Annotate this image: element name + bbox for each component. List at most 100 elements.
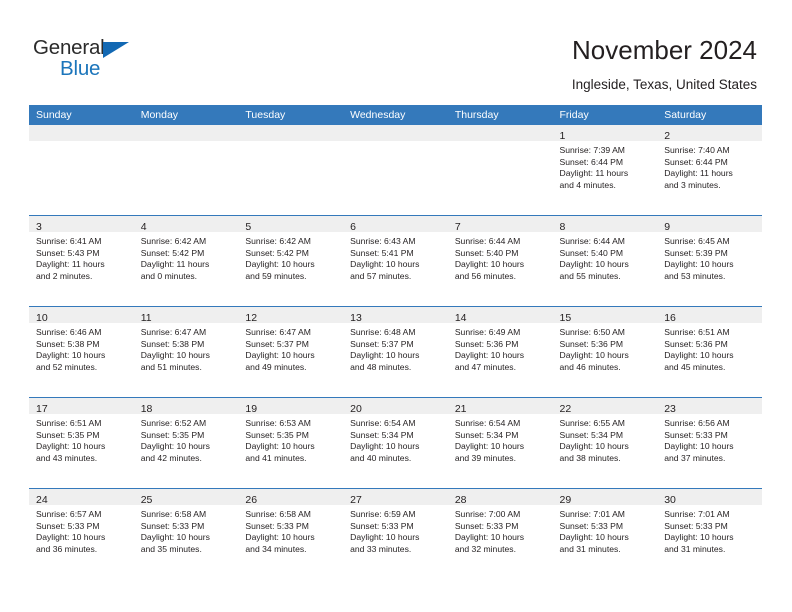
day-detail-block: Sunrise: 7:40 AM Sunset: 6:44 PM Daylight:… xyxy=(657,141,762,191)
calendar-day-cell[interactable]: 20 Sunrise: 6:54 AM Sunset: 5:34 PM Dayligh… xyxy=(343,397,448,489)
daylight-text-cont: and 48 minutes. xyxy=(350,361,412,372)
sunset-text: Sunset: 6:44 PM xyxy=(559,156,624,167)
calendar-day-cell[interactable]: 17 Sunrise: 6:51 AM Sunset: 5:35 PM Dayligh… xyxy=(29,397,134,489)
day-detail-block: Sunrise: 6:42 AM Sunset: 5:42 PM Daylight:… xyxy=(238,232,343,282)
day-number: 21 xyxy=(454,403,467,415)
sunset-text: Sunset: 5:35 PM xyxy=(36,429,100,440)
day-detail-block: Sunrise: 6:51 AM Sunset: 5:35 PM Daylight:… xyxy=(29,414,134,464)
weekday-header-sunday: Sunday xyxy=(29,105,134,125)
daylight-text-cont: and 4 minutes. xyxy=(559,179,616,190)
day-number-band: 7 xyxy=(447,216,553,233)
calendar-day-cell[interactable]: 10 Sunrise: 6:46 AM Sunset: 5:38 PM Dayligh… xyxy=(29,306,134,398)
weekday-header-wednesday: Wednesday xyxy=(343,105,448,125)
day-number: 18 xyxy=(140,403,153,415)
sunrise-text: Sunrise: 6:45 AM xyxy=(664,236,730,246)
sunset-text: Sunset: 5:43 PM xyxy=(36,247,100,258)
calendar-day-cell[interactable]: 1 Sunrise: 7:39 AM Sunset: 6:44 PM Daylight… xyxy=(552,125,658,216)
daylight-text-cont: and 3 minutes. xyxy=(664,179,721,190)
sunrise-text: Sunrise: 7:40 AM xyxy=(664,145,730,155)
calendar-day-cell[interactable]: 2 Sunrise: 7:40 AM Sunset: 6:44 PM Daylight… xyxy=(657,125,762,216)
sunset-text: Sunset: 5:37 PM xyxy=(350,338,414,349)
daylight-text-cont: and 46 minutes. xyxy=(559,361,621,372)
calendar-day-cell[interactable]: 19 Sunrise: 6:53 AM Sunset: 5:35 PM Dayligh… xyxy=(238,397,344,489)
calendar-day-cell[interactable]: 24 Sunrise: 6:57 AM Sunset: 5:33 PM Dayligh… xyxy=(29,488,134,579)
day-number-band: 13 xyxy=(343,307,448,324)
calendar-day-cell[interactable]: 30 Sunrise: 7:01 AM Sunset: 5:33 PM Dayligh… xyxy=(657,488,762,579)
calendar-day-cell[interactable]: 16 Sunrise: 6:51 AM Sunset: 5:36 PM Dayligh… xyxy=(657,306,762,398)
day-number-band: 3 xyxy=(29,216,134,233)
day-number-band xyxy=(29,125,134,141)
sunrise-text: Sunrise: 6:52 AM xyxy=(140,418,207,428)
sunrise-text: Sunrise: 6:51 AM xyxy=(664,327,730,337)
calendar-header-row-group: Sunday Monday Tuesday Wednesday Thursday Frid… xyxy=(29,105,762,125)
daylight-text-cont: and 42 minutes. xyxy=(140,452,202,463)
day-detail-block: Sunrise: 6:48 AM Sunset: 5:37 PM Daylight:… xyxy=(343,323,448,373)
daylight-text: Daylight: 10 hours xyxy=(245,441,315,452)
sunset-text: Sunset: 5:35 PM xyxy=(245,429,309,440)
calendar-day-cell[interactable]: 21 Sunrise: 6:54 AM Sunset: 5:34 PM Dayligh… xyxy=(447,397,553,489)
daylight-text-cont: and 51 minutes. xyxy=(140,361,202,372)
calendar-day-cell[interactable]: 12 Sunrise: 6:47 AM Sunset: 5:37 PM Dayligh… xyxy=(238,306,344,398)
sunset-text: Sunset: 5:38 PM xyxy=(140,338,205,349)
day-number-band: 16 xyxy=(657,307,762,324)
sunrise-text: Sunrise: 6:51 AM xyxy=(36,418,102,428)
day-detail-block: Sunrise: 6:44 AM Sunset: 5:40 PM Daylight:… xyxy=(553,232,658,282)
daylight-text-cont: and 56 minutes. xyxy=(454,270,516,281)
sunrise-text: Sunrise: 6:44 AM xyxy=(559,236,625,246)
weekday-header-monday: Monday xyxy=(133,105,239,125)
day-number-band: 5 xyxy=(238,216,344,233)
weekday-header-tuesday: Tuesday xyxy=(238,105,344,125)
sunrise-text: Sunrise: 6:59 AM xyxy=(350,509,416,519)
daylight-text: Daylight: 10 hours xyxy=(454,532,525,543)
calendar-day-cell[interactable]: 5 Sunrise: 6:42 AM Sunset: 5:42 PM Daylight… xyxy=(238,215,344,307)
day-detail-block: Sunrise: 7:01 AM Sunset: 5:33 PM Daylight:… xyxy=(657,505,762,555)
calendar-day-cell[interactable]: 29 Sunrise: 7:01 AM Sunset: 5:33 PM Dayligh… xyxy=(552,488,658,579)
sunrise-text: Sunrise: 6:47 AM xyxy=(245,327,311,337)
calendar-day-cell[interactable]: 3 Sunrise: 6:41 AM Sunset: 5:43 PM Daylight… xyxy=(29,215,134,307)
day-number-band: 4 xyxy=(133,216,239,233)
calendar-day-cell[interactable]: 4 Sunrise: 6:42 AM Sunset: 5:42 PM Daylight… xyxy=(133,215,239,307)
day-detail-block: Sunrise: 6:55 AM Sunset: 5:34 PM Daylight:… xyxy=(553,414,658,464)
sunset-text: Sunset: 6:44 PM xyxy=(664,156,728,167)
daylight-text-cont: and 40 minutes. xyxy=(350,452,412,463)
day-number: 1 xyxy=(559,130,566,142)
calendar-day-cell[interactable]: 6 Sunrise: 6:43 AM Sunset: 5:41 PM Daylight… xyxy=(343,215,448,307)
calendar-day-cell[interactable]: 14 Sunrise: 6:49 AM Sunset: 5:36 PM Dayligh… xyxy=(447,306,553,398)
calendar-day-cell[interactable]: 13 Sunrise: 6:48 AM Sunset: 5:37 PM Dayligh… xyxy=(343,306,448,398)
sunrise-text: Sunrise: 6:58 AM xyxy=(140,509,207,519)
calendar-day-cell[interactable]: 8 Sunrise: 6:44 AM Sunset: 5:40 PM Daylight… xyxy=(552,215,658,307)
day-number-band: 26 xyxy=(238,489,344,506)
day-detail-block: Sunrise: 6:50 AM Sunset: 5:36 PM Daylight:… xyxy=(553,323,658,373)
daylight-text-cont: and 34 minutes. xyxy=(245,543,307,554)
day-number: 8 xyxy=(559,221,566,233)
calendar-day-cell-empty xyxy=(238,125,344,216)
sunrise-text: Sunrise: 7:01 AM xyxy=(559,509,625,519)
calendar-day-cell[interactable]: 28 Sunrise: 7:00 AM Sunset: 5:33 PM Dayligh… xyxy=(447,488,553,579)
calendar-day-cell[interactable]: 23 Sunrise: 6:56 AM Sunset: 5:33 PM Dayligh… xyxy=(657,397,762,489)
brand-logo[interactable]: General Blue xyxy=(33,36,153,84)
calendar-day-cell[interactable]: 11 Sunrise: 6:47 AM Sunset: 5:38 PM Dayligh… xyxy=(133,306,239,398)
day-detail-block: Sunrise: 6:51 AM Sunset: 5:36 PM Daylight:… xyxy=(657,323,762,373)
daylight-text-cont: and 47 minutes. xyxy=(454,361,516,372)
day-number-band: 24 xyxy=(29,489,134,506)
calendar-day-cell[interactable]: 27 Sunrise: 6:59 AM Sunset: 5:33 PM Dayligh… xyxy=(343,488,448,579)
daylight-text-cont: and 37 minutes. xyxy=(664,452,726,463)
day-detail-block: Sunrise: 6:52 AM Sunset: 5:35 PM Daylight:… xyxy=(134,414,239,464)
calendar-day-cell[interactable]: 26 Sunrise: 6:58 AM Sunset: 5:33 PM Dayligh… xyxy=(238,488,344,579)
day-detail-block: Sunrise: 6:56 AM Sunset: 5:33 PM Daylight:… xyxy=(657,414,762,464)
calendar-day-cell[interactable]: 7 Sunrise: 6:44 AM Sunset: 5:40 PM Daylight… xyxy=(447,215,553,307)
day-number: 4 xyxy=(140,221,147,233)
day-number-band: 18 xyxy=(133,398,239,415)
daylight-text: Daylight: 10 hours xyxy=(140,532,210,543)
calendar-day-cell[interactable]: 25 Sunrise: 6:58 AM Sunset: 5:33 PM Dayligh… xyxy=(133,488,239,579)
day-detail-block: Sunrise: 7:01 AM Sunset: 5:33 PM Daylight:… xyxy=(553,505,658,555)
day-number: 7 xyxy=(454,221,461,233)
calendar-day-cell[interactable]: 18 Sunrise: 6:52 AM Sunset: 5:35 PM Dayligh… xyxy=(133,397,239,489)
calendar-day-cell[interactable]: 22 Sunrise: 6:55 AM Sunset: 5:34 PM Dayligh… xyxy=(552,397,658,489)
daylight-text: Daylight: 10 hours xyxy=(664,532,734,543)
calendar-day-cell[interactable]: 15 Sunrise: 6:50 AM Sunset: 5:36 PM Dayligh… xyxy=(552,306,658,398)
daylight-text: Daylight: 10 hours xyxy=(454,259,525,270)
day-detail-block: Sunrise: 6:46 AM Sunset: 5:38 PM Daylight:… xyxy=(29,323,134,373)
calendar-day-cell[interactable]: 9 Sunrise: 6:45 AM Sunset: 5:39 PM Daylight… xyxy=(657,215,762,307)
day-detail-block xyxy=(448,141,553,145)
